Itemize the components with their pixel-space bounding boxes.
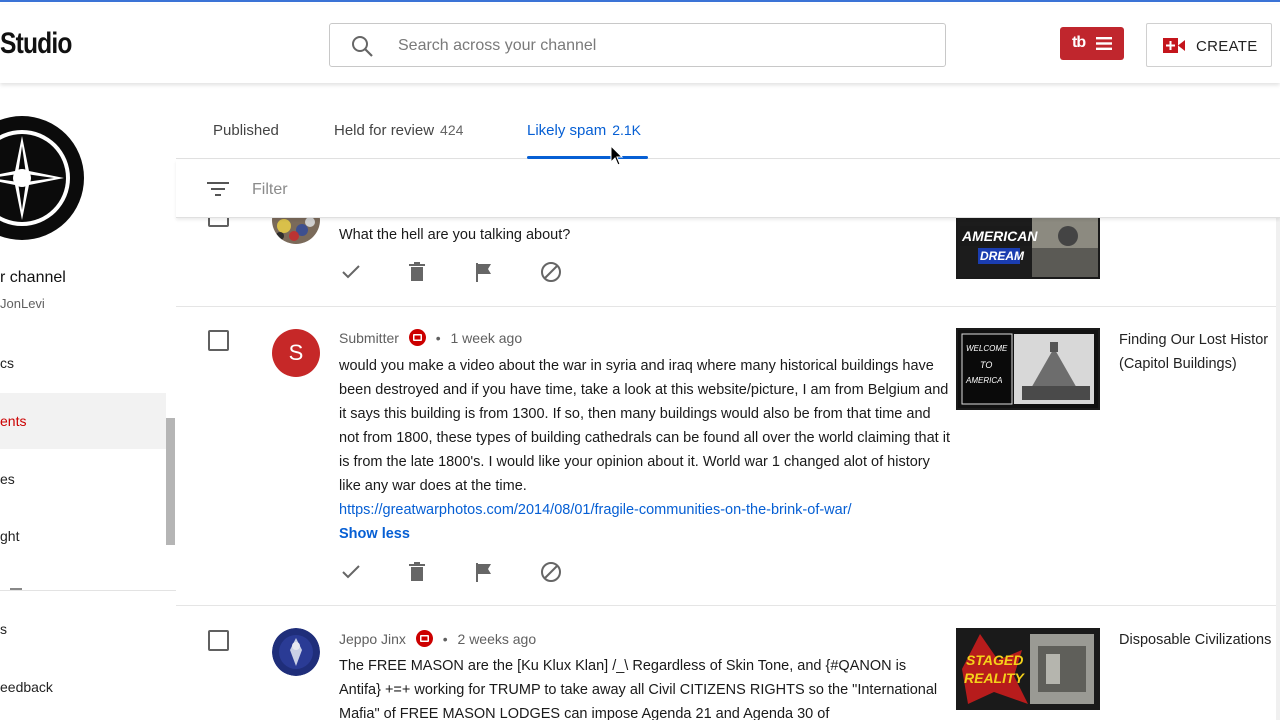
filter-bar: Filter bbox=[176, 160, 1280, 218]
commenter-avatar[interactable] bbox=[272, 628, 320, 676]
comment-author[interactable]: Submitter bbox=[339, 330, 399, 346]
show-less-link[interactable]: Show less bbox=[339, 526, 410, 542]
comment-author[interactable]: Jeppo Jinx bbox=[339, 631, 406, 647]
search-input[interactable]: Search across your channel bbox=[398, 37, 596, 55]
comment-row: Jeppo Jinx • 2 weeks ago The FREE MASON … bbox=[176, 606, 1280, 720]
top-header: Studio Search across your channel tb CRE… bbox=[0, 5, 1280, 83]
sidebar-item-settings[interactable]: s bbox=[0, 601, 166, 657]
member-badge-icon bbox=[408, 329, 426, 346]
select-checkbox[interactable] bbox=[208, 330, 229, 351]
thumbnail-text: REALITY bbox=[964, 670, 1024, 686]
video-thumbnail[interactable]: WELCOME TO AMERICA bbox=[956, 328, 1100, 410]
report-flag-icon[interactable] bbox=[472, 560, 496, 584]
thumbnail-text: WELCOME bbox=[966, 344, 1008, 353]
sidebar-divider bbox=[0, 590, 176, 591]
thumbnail-image bbox=[958, 630, 1098, 708]
comment-actions bbox=[339, 560, 579, 584]
comment-meta: Jeppo Jinx • 2 weeks ago bbox=[339, 630, 536, 647]
search-box[interactable]: Search across your channel bbox=[329, 23, 946, 67]
block-user-icon[interactable] bbox=[539, 560, 563, 584]
comment-meta: Submitter • 1 week ago bbox=[339, 329, 522, 346]
select-checkbox[interactable] bbox=[208, 630, 229, 651]
comment-text: The FREE MASON are the [Ku Klux Klan] /_… bbox=[339, 658, 938, 720]
comment-actions bbox=[339, 260, 579, 284]
delete-trash-icon[interactable] bbox=[405, 260, 429, 284]
channel-avatar[interactable] bbox=[0, 111, 89, 245]
tab-count: 2.1K bbox=[612, 122, 642, 138]
comment-row: What the hell are you talking about? AME… bbox=[176, 196, 1280, 307]
comment-tabs: Published Held for review 424 Likely spam… bbox=[176, 83, 1280, 159]
mouse-cursor-icon bbox=[610, 145, 624, 166]
create-button[interactable]: CREATE bbox=[1146, 23, 1272, 67]
thumbnail-text: STAGED bbox=[966, 652, 1024, 668]
member-badge-icon bbox=[415, 630, 433, 647]
channel-handle: JonLevi bbox=[0, 296, 45, 311]
tab-held-for-review[interactable]: Held for review 424 bbox=[334, 122, 463, 139]
video-camera-icon bbox=[1163, 38, 1185, 53]
approve-check-icon[interactable] bbox=[339, 560, 363, 584]
report-flag-icon[interactable] bbox=[472, 260, 496, 284]
thumbnail-text: DREAM bbox=[980, 249, 1024, 263]
menu-icon bbox=[1096, 37, 1112, 50]
tab-published[interactable]: Published bbox=[213, 122, 279, 139]
thumbnail-text: AMERICA bbox=[966, 376, 1003, 385]
separator-dot: • bbox=[435, 330, 441, 346]
comment-text: would you make a video about the war in … bbox=[339, 354, 951, 522]
tab-likely-spam[interactable]: Likely spam 2.1K bbox=[527, 122, 641, 139]
video-title[interactable]: Disposable Civilizations bbox=[1119, 628, 1271, 652]
video-thumbnail[interactable]: STAGED REALITY bbox=[956, 628, 1100, 710]
sidebar-item-subtitles[interactable]: es bbox=[0, 451, 166, 507]
thumbnail-text: AMERICAN bbox=[962, 228, 1038, 244]
separator-dot: • bbox=[442, 631, 448, 647]
channel-title: r channel bbox=[0, 269, 66, 286]
tab-count: 424 bbox=[440, 122, 464, 138]
comment-text: What the hell are you talking about? bbox=[339, 227, 571, 243]
create-label: CREATE bbox=[1196, 38, 1258, 55]
sidebar-scrollbar[interactable] bbox=[166, 418, 175, 545]
comment-body: would you make a video about the war in … bbox=[339, 358, 950, 494]
comment-time[interactable]: 2 weeks ago bbox=[458, 631, 537, 647]
tubebuddy-menu-button[interactable]: tb bbox=[1060, 27, 1124, 60]
video-title[interactable]: Finding Our Lost Histor (Capitol Buildin… bbox=[1119, 328, 1268, 376]
sidebar-item-analytics[interactable]: cs bbox=[0, 335, 166, 391]
filter-icon[interactable] bbox=[207, 180, 229, 198]
left-sidebar: r channel JonLevi cs ents es ght s eedba… bbox=[0, 83, 176, 720]
active-tab-indicator bbox=[527, 156, 648, 159]
filter-input[interactable]: Filter bbox=[252, 181, 288, 199]
sidebar-item-feedback[interactable]: eedback bbox=[0, 659, 166, 715]
sidebar-item-copyright[interactable]: ght bbox=[0, 508, 166, 564]
comment-row: S Submitter • 1 week ago would you make … bbox=[176, 307, 1280, 606]
thumbnail-image bbox=[958, 330, 1098, 408]
tubebuddy-label: tb bbox=[1072, 34, 1086, 51]
thumbnail-text: TO bbox=[980, 360, 993, 370]
search-icon bbox=[352, 36, 373, 57]
comment-link[interactable]: https://greatwarphotos.com/2014/08/01/fr… bbox=[339, 502, 852, 518]
comment-time[interactable]: 1 week ago bbox=[451, 330, 523, 346]
approve-check-icon[interactable] bbox=[339, 260, 363, 284]
studio-logo[interactable]: Studio bbox=[0, 27, 72, 61]
delete-trash-icon[interactable] bbox=[405, 560, 429, 584]
sidebar-item-comments[interactable]: ents bbox=[0, 393, 166, 449]
page-scrollbar[interactable] bbox=[1276, 218, 1280, 720]
block-user-icon[interactable] bbox=[539, 260, 563, 284]
commenter-avatar[interactable]: S bbox=[272, 329, 320, 377]
